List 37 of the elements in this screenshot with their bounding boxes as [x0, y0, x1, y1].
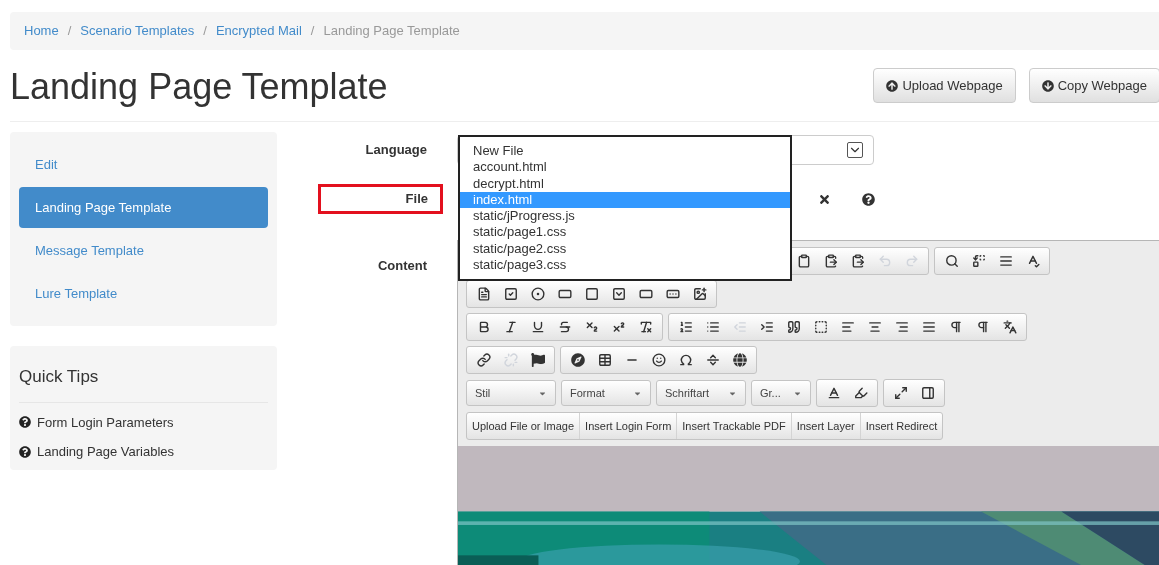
dropdown-option[interactable]: static/page1.css	[460, 224, 790, 241]
dropdown-option[interactable]: static/page2.css	[460, 240, 790, 258]
style-combo[interactable]: Stil	[466, 380, 556, 406]
breadcrumb-separator: /	[309, 22, 316, 41]
insert-button[interactable]: Insert Layer	[790, 413, 860, 439]
style-combo[interactable]: Format	[561, 380, 651, 406]
breadcrumb-separator: /	[66, 22, 73, 41]
breadcrumb-separator: /	[202, 22, 208, 41]
sidebar-item[interactable]: Landing Page Template	[19, 187, 268, 228]
style-combo[interactable]: Schriftart	[656, 380, 746, 406]
help-icon	[19, 416, 31, 429]
help-icon	[19, 445, 31, 458]
insert-button[interactable]: Insert Redirect	[859, 413, 943, 439]
insert-button[interactable]: Upload File or Image	[467, 413, 580, 439]
header-button[interactable]: Copy Webpage	[1028, 68, 1159, 103]
insert-button[interactable]: Insert Login Form	[579, 413, 677, 439]
breadcrumb-current: Landing Page Template	[323, 22, 460, 41]
style-combo[interactable]: Gr...	[751, 380, 811, 406]
dropdown-option[interactable]: New File	[460, 143, 790, 160]
tip-link[interactable]: Landing Page Variables	[37, 442, 175, 462]
dropdown-option[interactable]: static/page3.css	[460, 257, 790, 274]
field-label: File	[318, 184, 443, 214]
field-label: Language	[364, 141, 427, 160]
insert-button[interactable]: Insert Trackable PDF	[676, 413, 791, 439]
quick-tips-title: Quick Tips	[19, 364, 268, 403]
chevron-down-icon	[847, 142, 863, 158]
tip-link[interactable]: Form Login Parameters	[37, 412, 174, 432]
dropdown-option[interactable]: decrypt.html	[460, 175, 790, 192]
field-label: Content	[376, 257, 427, 275]
help-icon[interactable]	[862, 192, 875, 206]
copy-icon	[1041, 79, 1054, 92]
close-icon[interactable]	[818, 192, 831, 206]
page-title: Landing Page Template	[10, 69, 389, 105]
header-button[interactable]: Upload Webpage	[873, 68, 1016, 103]
dropdown-option[interactable]: static/jProgress.js	[460, 208, 790, 225]
dropdown-option[interactable]: account.html	[460, 159, 790, 176]
upload-icon	[886, 79, 899, 92]
